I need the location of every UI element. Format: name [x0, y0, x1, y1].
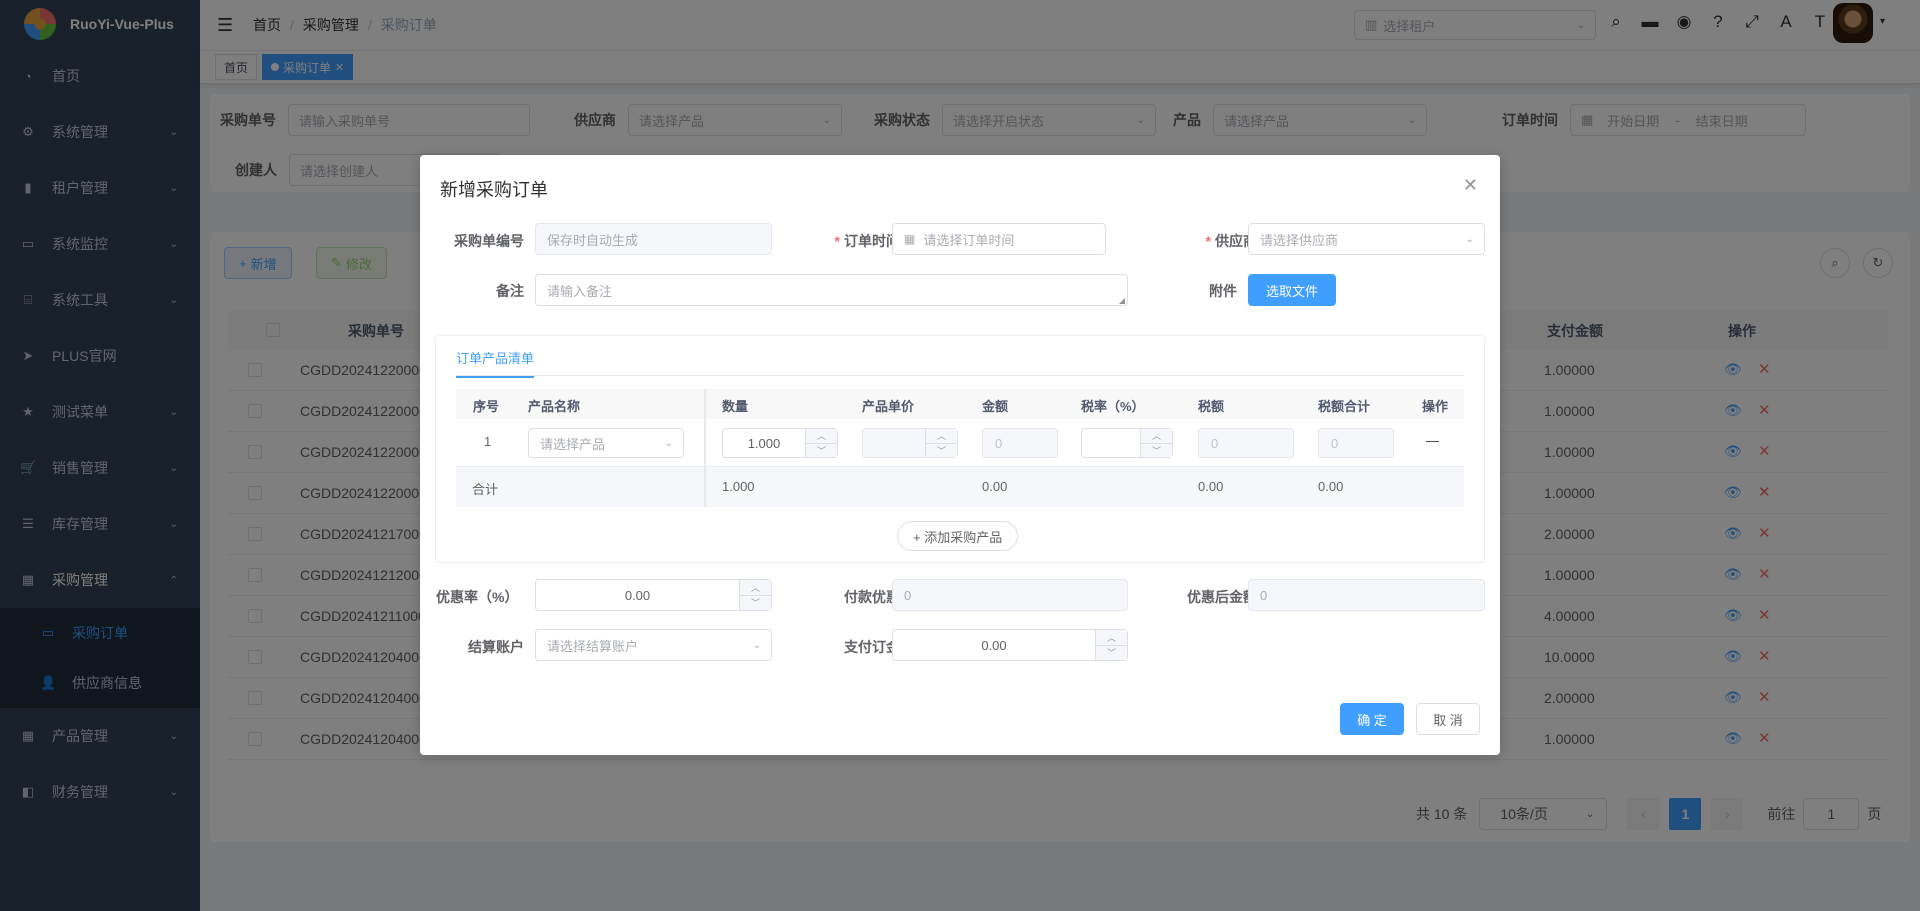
remark-textarea[interactable]: 请输入备注 ◢ — [535, 274, 1128, 306]
increase-icon[interactable]: ︿ — [1096, 630, 1127, 646]
select-file-button[interactable]: 选取文件 — [1248, 274, 1336, 306]
quantity-stepper[interactable]: 1.000 ︿ ﹀ — [722, 428, 838, 458]
decrease-icon[interactable]: ﹀ — [1096, 645, 1127, 660]
cancel-button[interactable]: 取 消 — [1416, 703, 1480, 735]
order-time-picker[interactable]: ▦ 请选择订单时间 — [892, 223, 1106, 255]
increase-icon[interactable]: ︿ — [1141, 429, 1172, 444]
chevron-down-icon: ⌄ — [752, 639, 761, 651]
dialog-title: 新增采购订单 — [440, 180, 548, 200]
decrease-icon[interactable]: ﹀ — [1141, 443, 1172, 457]
attachment-label: 附件 — [1209, 283, 1237, 299]
remark-label: 备注 — [496, 283, 524, 299]
increase-icon[interactable]: ︿ — [806, 429, 837, 444]
discount-rate-stepper[interactable]: 0.00 ︿ ﹀ — [535, 579, 772, 611]
chevron-down-icon: ⌄ — [664, 437, 673, 449]
payment-discount-input: 0 — [892, 579, 1128, 611]
add-product-button[interactable]: + 添加采购产品 — [897, 521, 1019, 551]
tax-input: 0 — [1198, 428, 1294, 458]
product-summary-row: 合计 1.000 0.00 0.00 0.00 — [456, 467, 1464, 507]
amount-input: 0 — [982, 428, 1058, 458]
increase-icon[interactable]: ︿ — [740, 580, 771, 596]
after-discount-label: 优惠后金额 — [1187, 589, 1257, 605]
decrease-icon[interactable]: ﹀ — [806, 443, 837, 457]
discount-rate-label: 优惠率（%） — [436, 589, 519, 605]
after-discount-input: 0 — [1248, 579, 1485, 611]
tax-rate-stepper[interactable]: ︿ ﹀ — [1081, 428, 1173, 458]
order-no-input: 保存时自动生成 — [535, 223, 772, 255]
product-row: 1 请选择产品 ⌄ 1.000 ︿ ﹀ ︿ ﹀ 0 ︿ ﹀ 0 0 — — [456, 419, 1464, 467]
resize-handle-icon: ◢ — [1118, 296, 1125, 305]
unit-price-stepper: ︿ ﹀ — [862, 428, 958, 458]
calendar-icon: ▦ — [904, 232, 916, 246]
product-list-card: 订单产品清单 序号 产品名称 数量 产品单价 金额 税率（%） 税额 税额合计 … — [435, 335, 1485, 563]
tax-total-input: 0 — [1318, 428, 1394, 458]
account-select[interactable]: 请选择结算账户 ⌄ — [535, 629, 772, 661]
product-table-header: 序号 产品名称 数量 产品单价 金额 税率（%） 税额 税额合计 操作 — [456, 389, 1464, 419]
order-no-label: 采购单编号 — [454, 233, 524, 249]
supplier-select[interactable]: 请选择供应商 ⌄ — [1248, 223, 1485, 255]
deposit-stepper[interactable]: 0.00 ︿ ﹀ — [892, 629, 1128, 661]
deposit-label: 支付订金 — [844, 639, 900, 655]
tab-product-list[interactable]: 订单产品清单 — [456, 348, 535, 378]
add-purchase-order-dialog: 新增采购订单 ✕ 采购单编号 保存时自动生成 * 订单时间 ▦ 请选择订单时间 * 供… — [420, 155, 1500, 755]
close-icon[interactable]: ✕ — [1463, 175, 1478, 196]
account-label: 结算账户 — [468, 639, 524, 655]
payment-discount-label: 付款优惠 — [844, 589, 900, 605]
confirm-button[interactable]: 确 定 — [1340, 703, 1404, 735]
chevron-down-icon: ⌄ — [1465, 233, 1474, 245]
decrease-icon[interactable]: ﹀ — [740, 595, 771, 610]
product-select[interactable]: 请选择产品⌄ — [528, 428, 684, 458]
remove-row-button[interactable]: — — [1426, 433, 1439, 448]
